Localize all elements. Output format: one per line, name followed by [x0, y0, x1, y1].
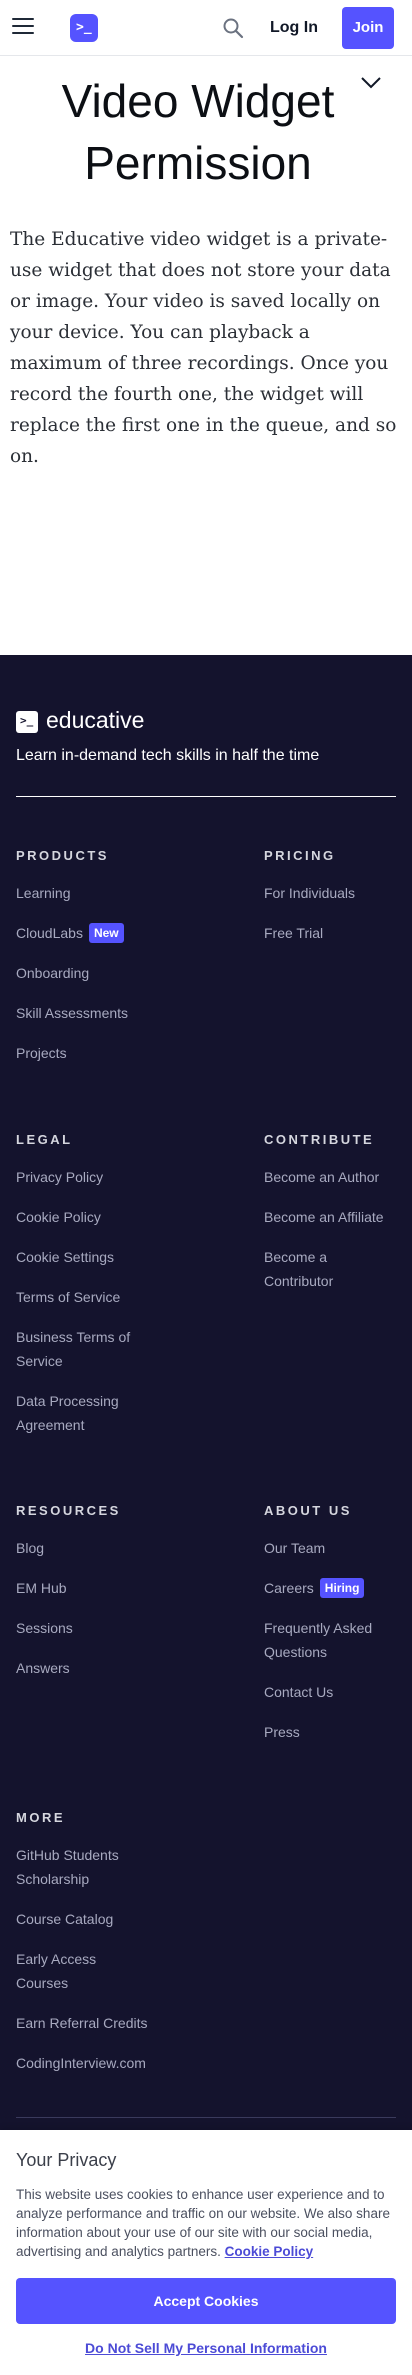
footer-link-become-author[interactable]: Become an Author [264, 1165, 379, 1189]
page-body-text: The Educative video widget is a private-… [10, 229, 397, 467]
footer-link-for-individuals[interactable]: For Individuals [264, 881, 355, 905]
footer-link-cloudlabs-row: CloudLabs New [16, 921, 124, 945]
footer-link-cookie-policy[interactable]: Cookie Policy [16, 1205, 101, 1229]
cookie-description: This website uses cookies to enhance use… [16, 2187, 390, 2259]
footer-link-cookie-settings[interactable]: Cookie Settings [16, 1245, 114, 1269]
footer-link-referral-credits[interactable]: Earn Referral Credits [16, 2011, 148, 2035]
footer-link-em-hub[interactable]: EM Hub [16, 1576, 67, 1600]
educative-logo-icon: >_ [16, 711, 38, 733]
cookie-banner: Your Privacy This website uses cookies t… [0, 2130, 412, 2375]
footer-tagline: Learn in-demand tech skills in half the … [16, 747, 320, 764]
educative-logo[interactable]: >_ [70, 14, 98, 42]
footer-link-our-team[interactable]: Our Team [264, 1536, 325, 1560]
footer-link-onboarding[interactable]: Onboarding [16, 961, 89, 985]
page-title-line2: Permission [84, 137, 312, 189]
legal-heading: LEGAL [16, 1132, 73, 1147]
footer-link-early-access[interactable]: Early Access Courses [16, 1947, 116, 1995]
resources-heading: RESOURCES [16, 1503, 121, 1518]
footer-link-projects[interactable]: Projects [16, 1041, 67, 1065]
footer-link-become-contributor[interactable]: Become a Contributor [264, 1245, 374, 1293]
footer-link-course-catalog[interactable]: Course Catalog [16, 1907, 113, 1931]
accept-cookies-button[interactable]: Accept Cookies [16, 2278, 396, 2324]
footer-link-terms-of-service[interactable]: Terms of Service [16, 1285, 120, 1309]
footer-logo-glyph: >_ [20, 714, 34, 727]
footer-link-free-trial[interactable]: Free Trial [264, 921, 323, 945]
hiring-badge: Hiring [319, 1578, 365, 1598]
hamburger-menu-icon[interactable] [12, 18, 34, 36]
about-heading: ABOUT US [264, 1503, 352, 1518]
logo-glyph: >_ [76, 20, 92, 35]
site-footer: >_ educative Learn in-demand tech skills… [0, 655, 412, 2375]
footer-link-github-scholarship[interactable]: GitHub Students Scholarship [16, 1843, 146, 1891]
more-heading: MORE [16, 1810, 65, 1825]
footer-link-answers[interactable]: Answers [16, 1656, 70, 1680]
pricing-heading: PRICING [264, 848, 336, 863]
footer-link-cloudlabs[interactable]: CloudLabs [16, 925, 83, 941]
cookie-title: Your Privacy [16, 2150, 117, 2170]
page-title: Video Widget Permission [0, 70, 380, 194]
footer-brand-name: educative [46, 707, 145, 733]
footer-link-skill-assessments[interactable]: Skill Assessments [16, 1001, 128, 1025]
products-heading: PRODUCTS [16, 848, 109, 863]
footer-link-privacy-policy[interactable]: Privacy Policy [16, 1165, 103, 1189]
footer-link-learning[interactable]: Learning [16, 881, 71, 905]
page-title-line1: Video Widget [61, 75, 335, 127]
footer-link-business-terms[interactable]: Business Terms of Service [16, 1325, 156, 1373]
footer-link-faq[interactable]: Frequently Asked Questions [264, 1616, 394, 1664]
new-badge: New [88, 923, 124, 943]
contribute-heading: CONTRIBUTE [264, 1132, 375, 1147]
footer-link-codinginterview[interactable]: CodingInterview.com [16, 2051, 146, 2075]
footer-link-blog[interactable]: Blog [16, 1536, 44, 1560]
do-not-sell-link[interactable]: Do Not Sell My Personal Information [0, 2340, 412, 2356]
search-icon[interactable] [222, 17, 244, 39]
top-nav: >_ Log In Join [0, 0, 412, 56]
footer-link-sessions[interactable]: Sessions [16, 1616, 73, 1640]
chevron-down-icon[interactable] [360, 76, 382, 90]
footer-link-data-processing[interactable]: Data Processing Agreement [16, 1389, 156, 1437]
footer-divider [16, 796, 396, 797]
cookie-text: This website uses cookies to enhance use… [16, 2185, 400, 2261]
footer-bottom-divider [16, 2117, 396, 2118]
footer-link-become-affiliate[interactable]: Become an Affiliate [264, 1205, 384, 1229]
footer-link-press[interactable]: Press [264, 1720, 300, 1744]
footer-link-careers-row: Careers Hiring [264, 1576, 365, 1600]
footer-link-contact-us[interactable]: Contact Us [264, 1680, 333, 1704]
login-button[interactable]: Log In [262, 14, 326, 42]
cookie-policy-link[interactable]: Cookie Policy [225, 2244, 314, 2259]
footer-link-careers[interactable]: Careers [264, 1580, 314, 1596]
join-button[interactable]: Join [342, 7, 394, 49]
